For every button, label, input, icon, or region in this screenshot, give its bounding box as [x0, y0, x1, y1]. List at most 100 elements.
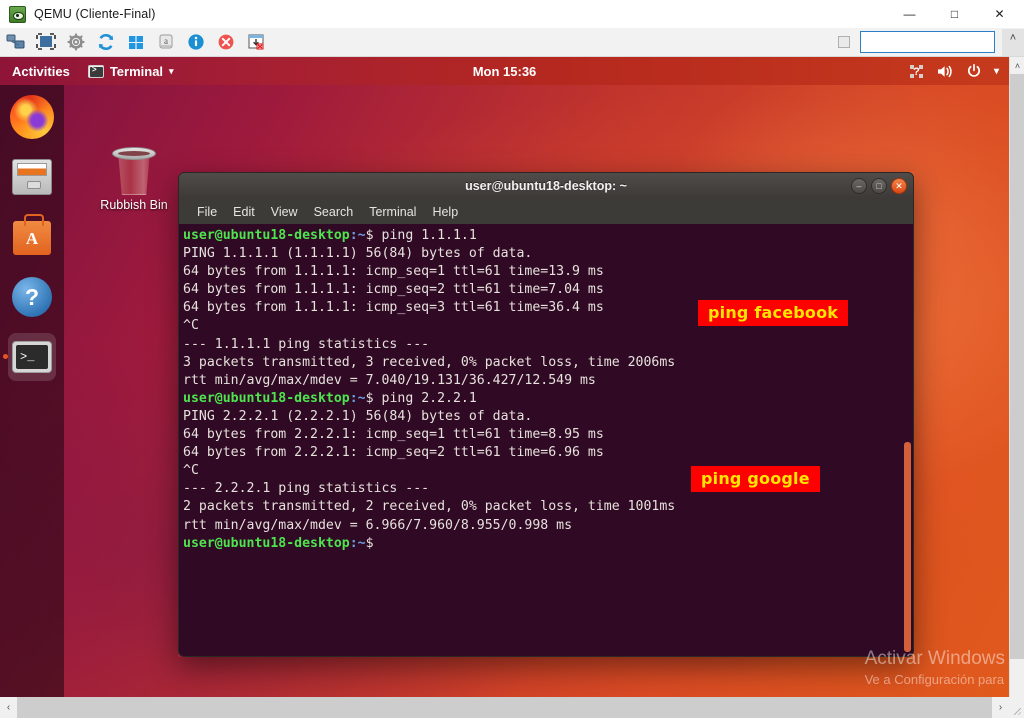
menu-edit[interactable]: Edit	[225, 202, 263, 222]
terminal-prompt-line: user@ubuntu18-desktop:~$ ping 1.1.1.1	[181, 227, 899, 245]
menu-terminal[interactable]: Terminal	[361, 202, 424, 222]
terminal-scrollbar-thumb[interactable]	[904, 442, 911, 652]
terminal-icon: >_	[12, 341, 52, 373]
help-icon: ?	[12, 277, 52, 317]
menu-view[interactable]: View	[263, 202, 306, 222]
terminal-body[interactable]: user@ubuntu18-desktop:~$ ping 1.1.1.1 PIN…	[178, 224, 914, 657]
terminal-output-line: --- 1.1.1.1 ping statistics ---	[183, 336, 430, 352]
vm-viewport[interactable]: Activities Terminal ▾ Mon 15:36 ?	[0, 57, 1009, 697]
prompt-command: $	[365, 535, 374, 551]
annotation-ping-facebook: ping facebook	[698, 300, 849, 327]
menu-search[interactable]: Search	[306, 202, 362, 222]
refresh-icon[interactable]	[92, 29, 120, 55]
host-window-controls: — □ ✕	[887, 0, 1022, 28]
desktop-icon-rubbish-bin[interactable]: Rubbish Bin	[96, 145, 172, 212]
chevron-down-icon: ▾	[169, 65, 174, 76]
terminal-output-line: 64 bytes from 2.2.2.1: icmp_seq=2 ttl=61…	[183, 445, 604, 461]
toolbar-small-square-icon	[838, 36, 850, 48]
horizontal-scrollbar-track[interactable]	[17, 697, 992, 718]
host-vertical-scrollbar[interactable]: ˄	[1009, 57, 1024, 697]
prompt-command: $ ping 1.1.1.1	[365, 228, 477, 243]
dock-item-terminal[interactable]: >_	[3, 333, 56, 381]
host-titlebar: QEMU (Cliente-Final) — □ ✕	[0, 0, 1024, 28]
windows-logo-icon[interactable]	[122, 29, 150, 55]
trash-lid	[112, 147, 156, 160]
qemu-icon	[9, 5, 26, 23]
settings-gear-icon[interactable]	[62, 29, 90, 55]
terminal-output-line: 2 packets transmitted, 2 received, 0% pa…	[183, 499, 676, 515]
resize-grip-icon[interactable]	[1009, 697, 1024, 718]
host-toolbar: a ˄	[0, 28, 1024, 57]
scroll-up-icon[interactable]: ˄	[1010, 57, 1024, 74]
terminal-output-line: 64 bytes from 1.1.1.1: icmp_seq=1 ttl=61…	[183, 264, 604, 280]
terminal-output-line: PING 2.2.2.1 (2.2.2.1) 56(84) bytes of d…	[183, 408, 533, 424]
menu-file[interactable]: File	[189, 202, 225, 222]
prompt-path: :~	[349, 228, 366, 243]
firefox-icon	[10, 95, 54, 139]
host-maximize-button[interactable]: □	[932, 0, 977, 28]
prompt-path: :~	[349, 390, 366, 406]
terminal-output-line: rtt min/avg/max/mdev = 6.966/7.960/8.955…	[183, 517, 573, 533]
host-horizontal-scrollbar[interactable]: ‹ ›	[0, 697, 1024, 718]
gnome-top-bar: Activities Terminal ▾ Mon 15:36 ?	[0, 57, 1009, 85]
keyboard-indicator-icon[interactable]: ?	[909, 64, 924, 79]
app-menu-label: Terminal	[109, 63, 164, 79]
prompt-user-host: user@ubuntu18-desktop	[183, 390, 350, 406]
terminal-prompt-line: user@ubuntu18-desktop:~$ ping 2.2.2.1	[181, 390, 899, 408]
desktop-icon-label: Rubbish Bin	[100, 198, 168, 212]
host-close-button[interactable]: ✕	[977, 0, 1022, 28]
keyboard-key-icon[interactable]: a	[152, 29, 180, 55]
terminal-titlebar[interactable]: user@ubuntu18-desktop: ~ – □ ✕	[178, 172, 914, 199]
chevron-down-icon[interactable]: ▾	[994, 66, 999, 77]
files-icon	[12, 159, 52, 195]
terminal-minimize-button[interactable]: –	[851, 178, 867, 194]
app-menu-terminal[interactable]: Terminal ▾	[80, 64, 182, 79]
terminal-output-line: PING 1.1.1.1 (1.1.1.1) 56(84) bytes of d…	[183, 246, 533, 262]
terminal-icon	[87, 64, 104, 78]
terminal-window-title: user@ubuntu18-desktop: ~	[465, 179, 627, 193]
disconnect-icon[interactable]	[212, 29, 240, 55]
trash-icon	[112, 145, 156, 195]
menu-help[interactable]: Help	[424, 202, 466, 222]
terminal-close-button[interactable]: ✕	[891, 178, 907, 194]
dock-item-help[interactable]: ?	[8, 273, 56, 321]
network-icon[interactable]	[2, 29, 30, 55]
host-minimize-button[interactable]: —	[887, 0, 932, 28]
fullscreen-icon[interactable]	[32, 29, 60, 55]
terminal-maximize-button[interactable]: □	[871, 178, 887, 194]
terminal-output[interactable]: user@ubuntu18-desktop:~$ ping 1.1.1.1 PIN…	[179, 227, 899, 656]
svg-text:a: a	[164, 36, 168, 46]
host-window-title: QEMU (Cliente-Final)	[34, 7, 156, 21]
terminal-scrollbar[interactable]	[900, 224, 913, 656]
terminal-output-line: rtt min/avg/max/mdev = 7.040/19.131/36.4…	[183, 372, 596, 388]
capture-window-icon[interactable]	[242, 29, 270, 55]
terminal-output-line: 3 packets transmitted, 3 received, 0% pa…	[183, 354, 676, 370]
terminal-window[interactable]: user@ubuntu18-desktop: ~ – □ ✕ File Edit…	[178, 172, 914, 657]
vertical-scrollbar-thumb[interactable]	[1010, 74, 1024, 659]
activities-button[interactable]: Activities	[0, 64, 80, 79]
scroll-left-icon[interactable]: ‹	[0, 697, 17, 718]
svg-text:?: ?	[913, 66, 920, 78]
prompt-user-host: user@ubuntu18-desktop	[183, 228, 350, 243]
scroll-right-icon[interactable]: ›	[992, 697, 1009, 718]
info-icon[interactable]	[182, 29, 210, 55]
terminal-prompt-line: user@ubuntu18-desktop:~$	[181, 535, 899, 553]
host-address-input[interactable]	[860, 31, 995, 53]
toolbar-chevron-up-icon[interactable]: ˄	[1002, 28, 1024, 56]
volume-icon[interactable]	[936, 64, 954, 79]
ubuntu-software-icon	[13, 214, 51, 255]
dock-item-files[interactable]	[8, 153, 56, 201]
ubuntu-dock: ? >_	[0, 85, 64, 697]
annotation-ping-google: ping google	[691, 466, 820, 493]
horizontal-scrollbar-thumb[interactable]	[17, 697, 992, 718]
system-tray: ? ▾	[909, 63, 999, 79]
dock-item-firefox[interactable]	[8, 93, 56, 141]
dock-item-software[interactable]	[8, 213, 56, 261]
terminal-prompt-glyph: >_	[20, 350, 35, 364]
qemu-host-window: QEMU (Cliente-Final) — □ ✕ a ˄ Activitie…	[0, 0, 1024, 718]
terminal-window-controls: – □ ✕	[851, 178, 907, 194]
terminal-output-line: 64 bytes from 2.2.2.1: icmp_seq=1 ttl=61…	[183, 427, 604, 443]
prompt-path: :~	[349, 535, 366, 551]
terminal-output-line: 64 bytes from 1.1.1.1: icmp_seq=2 ttl=61…	[183, 282, 604, 298]
power-icon[interactable]	[966, 63, 982, 79]
